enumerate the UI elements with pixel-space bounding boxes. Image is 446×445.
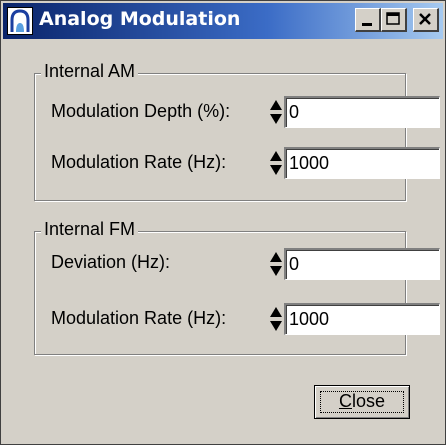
fm-modulation-rate-label: Modulation Rate (Hz): [51, 308, 227, 328]
close-icon [419, 13, 431, 25]
fm-modulation-rate-spinner[interactable] [269, 303, 283, 335]
fm-modulation-rate-input[interactable]: 1000 [284, 303, 440, 335]
maximize-button[interactable] [381, 8, 407, 32]
deviation-label: Deviation (Hz): [51, 252, 171, 272]
internal-fm-group: Internal FM Deviation (Hz): 0 Modulation… [34, 219, 440, 355]
title-bar[interactable]: Analog Modulation [3, 3, 443, 39]
minimize-button[interactable] [355, 8, 381, 32]
internal-am-title: Internal AM [41, 61, 139, 82]
close-window-button[interactable] [413, 8, 439, 32]
analog-modulation-window: Analog Modulation Internal AM Modulation… [0, 0, 446, 445]
internal-am-group: Internal AM Modulation Depth (%): 0 Modu… [34, 61, 440, 201]
minimize-icon [362, 23, 372, 26]
deviation-spinner[interactable] [269, 248, 283, 280]
modulation-depth-label: Modulation Depth (%): [51, 101, 231, 121]
internal-fm-title: Internal FM [41, 219, 139, 240]
close-button[interactable]: Close [314, 385, 410, 419]
app-bell-icon [7, 7, 33, 35]
modulation-depth-input[interactable]: 0 [284, 96, 440, 128]
am-modulation-rate-input[interactable]: 1000 [284, 147, 440, 179]
deviation-input[interactable]: 0 [284, 248, 440, 280]
am-modulation-rate-spinner[interactable] [269, 147, 283, 179]
modulation-depth-spinner[interactable] [269, 96, 283, 128]
am-modulation-rate-label: Modulation Rate (Hz): [51, 152, 227, 172]
focus-rect [320, 391, 404, 413]
window-title: Analog Modulation [39, 8, 241, 30]
maximize-icon [386, 12, 400, 25]
